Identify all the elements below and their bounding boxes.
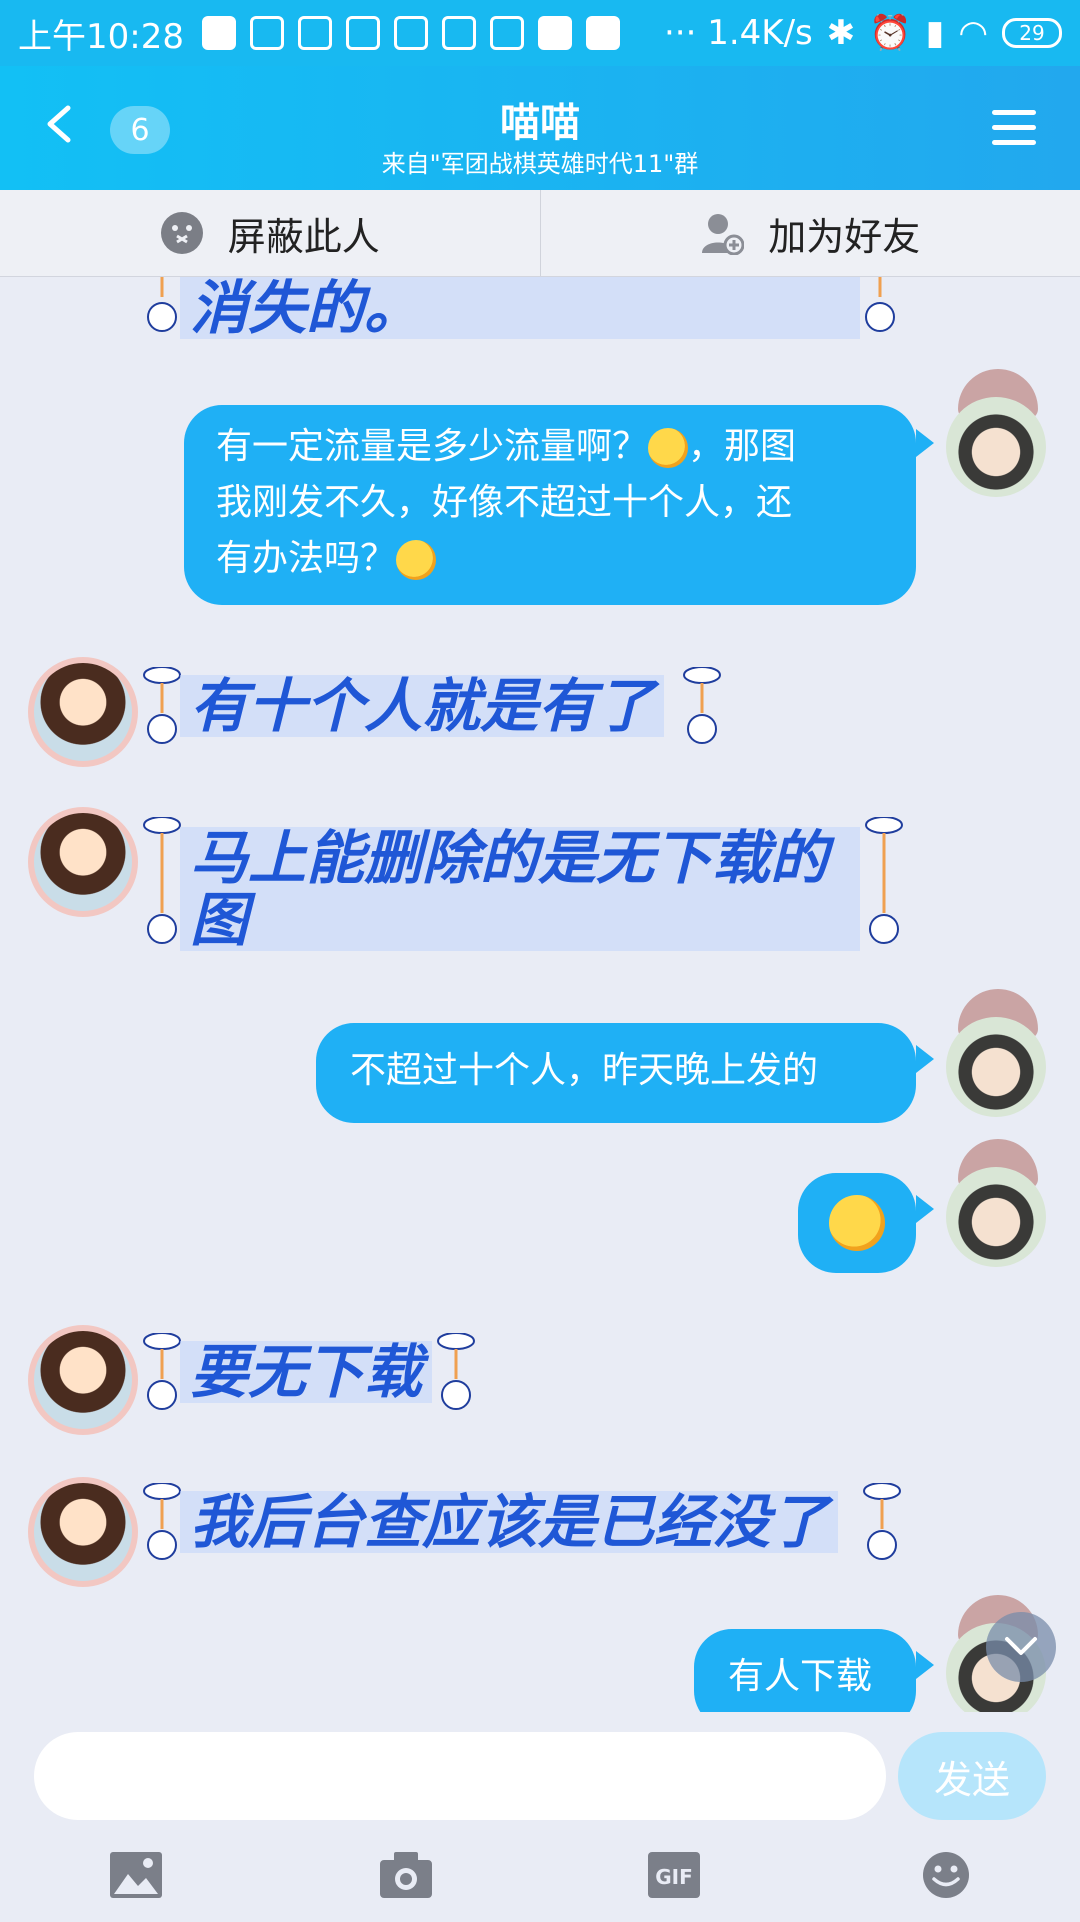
emoji-icon[interactable] — [918, 1850, 974, 1900]
cloud-bunny-sticker-icon — [142, 667, 182, 717]
menu-icon[interactable] — [992, 110, 1036, 146]
action-bar: 屏蔽此人 加为好友 — [0, 190, 1080, 277]
mi-icon-2 — [586, 16, 620, 50]
net-speed: ··· 1.4K/s — [664, 13, 813, 53]
bubble-tail — [916, 1651, 934, 1679]
laugh-cry-emoji-icon — [829, 1195, 885, 1251]
bluetooth-icon: ✱ — [827, 13, 856, 53]
chevron-down-icon — [1003, 1635, 1039, 1659]
mi-icon — [538, 16, 572, 50]
notification-icon — [202, 16, 236, 50]
message-text: ，那图 — [688, 426, 796, 467]
message-text: 有一定流量是多少流量啊？ — [216, 426, 648, 467]
block-user-button[interactable]: 屏蔽此人 — [0, 190, 540, 276]
nav-bar: 6 喵喵 来自"军团战棋英雄时代11"群 — [0, 66, 1080, 190]
status-bar: 上午10:28 ··· 1.4K/s ✱ ⏰ ▮ ◠ 29 — [0, 0, 1080, 66]
image-icon[interactable] — [108, 1850, 164, 1900]
message-text: 不超过十个人，昨天晚上发的 — [350, 1050, 818, 1091]
message-icon — [250, 16, 284, 50]
message-text: 我刚发不久，好像不超过十个人，还 — [216, 475, 884, 531]
cloud-bunny-sticker-icon — [142, 1333, 182, 1383]
message-input[interactable] — [34, 1732, 886, 1820]
message-bubble-right[interactable]: 有人下载 — [694, 1629, 916, 1712]
camera-icon[interactable] — [378, 1850, 434, 1900]
trash-icon — [346, 16, 380, 50]
my-avatar[interactable] — [946, 1017, 1046, 1117]
message-text-left: 马上能删除的是无下载的 — [180, 827, 860, 889]
bubble-tail — [916, 1195, 934, 1223]
laugh-cry-emoji-icon — [396, 540, 436, 580]
chat-area[interactable]: 消失的。 有一定流量是多少流量啊？ ，那图 我刚发不久，好像不超过十个人，还 有办… — [0, 277, 1080, 1712]
trash-icon-2 — [394, 16, 428, 50]
scroll-to-bottom-button[interactable] — [986, 1612, 1056, 1682]
cloud-bunny-sticker-icon — [142, 817, 182, 867]
status-time: 上午10:28 — [18, 9, 184, 58]
battery-icon: 29 — [1002, 18, 1062, 48]
page-title: 喵喵 — [0, 90, 1080, 148]
message-bubble-right[interactable]: 不超过十个人，昨天晚上发的 — [316, 1023, 916, 1123]
message-text-left: 消失的。 — [180, 277, 860, 339]
cloud-bunny-sticker-icon — [436, 1333, 476, 1383]
tool-row: GIF — [0, 1842, 1080, 1922]
message-text-left: 有十个人就是有了 — [180, 675, 664, 737]
add-person-icon — [700, 211, 744, 255]
message-text: 有人下载 — [728, 1656, 872, 1697]
send-button[interactable]: 发送 — [898, 1732, 1046, 1820]
wifi-icon: ◠ — [958, 13, 988, 53]
cloud-bunny-sticker-icon — [142, 1483, 182, 1533]
my-avatar[interactable] — [946, 1167, 1046, 1267]
bubble-tail — [916, 1045, 934, 1073]
message-text: 有办法吗？ — [216, 538, 396, 579]
input-bar: 发送 GIF — [0, 1712, 1080, 1920]
message-text-left: 图 — [180, 889, 860, 951]
block-face-icon — [160, 211, 204, 255]
cloud-bunny-sticker-icon — [682, 667, 722, 717]
cloud-bunny-sticker-icon — [864, 817, 904, 867]
gif-icon[interactable]: GIF — [646, 1850, 702, 1900]
laugh-cry-emoji-icon — [648, 428, 688, 468]
signal-icon: ▮ — [926, 13, 945, 53]
calendar-icon — [490, 16, 524, 50]
my-avatar[interactable] — [946, 397, 1046, 497]
sender-avatar[interactable] — [28, 807, 138, 917]
sender-avatar[interactable] — [28, 657, 138, 767]
sender-avatar[interactable] — [28, 1325, 138, 1435]
page-subtitle: 来自"军团战棋英雄时代11"群 — [0, 144, 1080, 179]
message-text-left: 我后台查应该是已经没了 — [180, 1491, 838, 1553]
wechat-icon — [298, 16, 332, 50]
bubble-tail — [916, 429, 934, 457]
message-text-left: 要无下载 — [180, 1341, 432, 1403]
block-user-label: 屏蔽此人 — [228, 206, 380, 261]
emoji-bubble-right[interactable] — [798, 1173, 916, 1273]
vr-icon — [442, 16, 476, 50]
sender-avatar[interactable] — [28, 1477, 138, 1587]
alarm-icon: ⏰ — [869, 13, 911, 53]
add-friend-label: 加为好友 — [768, 206, 920, 261]
add-friend-button[interactable]: 加为好友 — [541, 190, 1080, 276]
bunny-sticker-icon — [860, 277, 900, 327]
bunny-sticker-icon — [142, 277, 182, 327]
cloud-bunny-sticker-icon — [862, 1483, 902, 1533]
message-bubble-right[interactable]: 有一定流量是多少流量啊？ ，那图 我刚发不久，好像不超过十个人，还 有办法吗？ — [184, 405, 916, 605]
svg-text:GIF: GIF — [655, 1865, 693, 1889]
